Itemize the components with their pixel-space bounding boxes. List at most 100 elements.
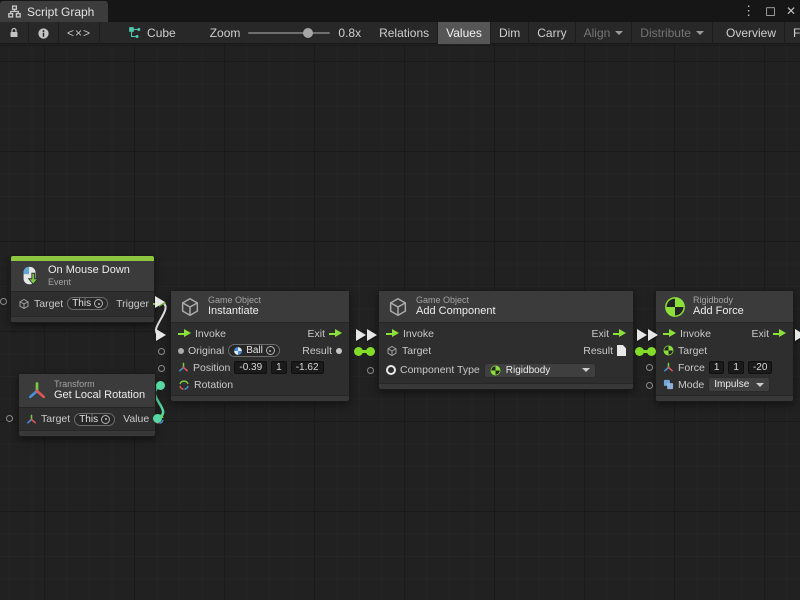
exec-out-arrow-icon[interactable] <box>613 329 626 338</box>
component-result-icon[interactable] <box>617 345 626 356</box>
code-view-button[interactable]: <×> <box>59 22 100 44</box>
node-category: Rigidbody <box>693 295 744 306</box>
port-label-mode: Mode <box>678 379 704 391</box>
exec-out-arrow-icon[interactable] <box>773 329 786 338</box>
graph-canvas[interactable]: On Mouse Down Event Target This <box>0 44 800 600</box>
close-icon[interactable]: ✕ <box>786 4 796 18</box>
force-z-field[interactable]: -20 <box>748 361 772 374</box>
distribute-label: Distribute <box>640 26 691 40</box>
force-mode-dropdown[interactable]: Impulse <box>708 377 770 392</box>
this-target-chip[interactable]: This <box>67 297 108 310</box>
node-title: Get Local Rotation <box>54 389 145 402</box>
port-label-target: Target <box>41 413 70 425</box>
port-label-exit: Exit <box>591 328 609 340</box>
maximize-icon[interactable]: ◻ <box>765 3 776 19</box>
port-label-target: Target <box>678 345 707 357</box>
this-target-chip[interactable]: This <box>74 413 115 426</box>
output-port-icon[interactable] <box>336 348 342 354</box>
port-instantiate-position[interactable] <box>158 365 165 372</box>
node-category: Game Object <box>208 295 261 306</box>
window-menu-icon[interactable]: ⋮ <box>742 3 755 19</box>
exec-out-arrow-icon[interactable] <box>329 329 342 338</box>
node-header[interactable]: On Mouse Down Event <box>11 261 154 292</box>
exec-connection-in-icon[interactable] <box>367 329 377 341</box>
component-type-dropdown[interactable]: Rigidbody <box>484 363 596 378</box>
transform-icon <box>27 381 47 401</box>
node-header[interactable]: Game Object Add Component <box>379 291 633 323</box>
graph-target-label: Cube <box>147 26 176 40</box>
info-icon <box>37 27 50 40</box>
exec-connection-out-icon[interactable] <box>356 329 366 341</box>
node-header[interactable]: Game Object Instantiate <box>171 291 349 323</box>
node-instantiate[interactable]: Game Object Instantiate Invoke Exit Orig… <box>170 290 350 402</box>
port-label-result: Result <box>302 345 332 357</box>
tab-script-graph[interactable]: Script Graph <box>0 1 108 22</box>
input-port-icon[interactable] <box>178 348 184 354</box>
node-header[interactable]: Rigidbody Add Force <box>656 291 793 323</box>
align-button[interactable]: Align <box>576 22 633 44</box>
exec-port-instantiate-invoke[interactable] <box>156 329 166 341</box>
force-mode-value: Impulse <box>714 379 749 390</box>
exec-in-arrow-icon[interactable] <box>178 329 191 338</box>
port-get-local-rotation-value-connected[interactable] <box>153 414 162 423</box>
lock-icon <box>8 27 20 39</box>
original-object-chip[interactable]: Ball <box>228 344 280 357</box>
node-footer <box>656 395 793 401</box>
lock-button[interactable] <box>0 22 29 44</box>
carry-button[interactable]: Carry <box>529 22 575 44</box>
position-y-field[interactable]: 1 <box>271 361 287 374</box>
node-get-local-rotation[interactable]: Transform Get Local Rotation Target <box>18 373 156 437</box>
zoom-value: 0.8x <box>338 26 361 40</box>
relations-button[interactable]: Relations <box>371 22 438 44</box>
object-picker-icon[interactable] <box>94 299 103 308</box>
type-port-icon[interactable] <box>386 365 396 375</box>
node-on-mouse-down[interactable]: On Mouse Down Event Target This <box>10 255 155 323</box>
graph-target[interactable]: Cube <box>100 22 186 43</box>
position-x-field[interactable]: -0.39 <box>234 361 267 374</box>
align-label: Align <box>584 26 611 40</box>
distribute-button[interactable]: Distribute <box>632 22 713 44</box>
port-instantiate-original[interactable] <box>158 348 165 355</box>
port-label-exit: Exit <box>751 328 769 340</box>
exec-in-arrow-icon[interactable] <box>663 329 676 338</box>
port-add-force-force[interactable] <box>646 364 653 371</box>
object-picker-icon[interactable] <box>101 415 110 424</box>
port-add-component-target-connected[interactable] <box>366 347 375 356</box>
exec-port-on-mouse-down-trigger[interactable] <box>155 296 165 308</box>
port-label-original: Original <box>188 345 224 357</box>
titlebar: Script Graph ⋮ ◻ ✕ <box>0 0 800 22</box>
dim-button[interactable]: Dim <box>491 22 529 44</box>
zoom-label: Zoom <box>210 26 241 40</box>
node-header[interactable]: Transform Get Local Rotation <box>19 374 155 408</box>
port-instantiate-rotation-connected[interactable] <box>156 381 165 390</box>
info-button[interactable] <box>29 22 59 44</box>
rotation-icon <box>178 379 190 391</box>
port-get-local-rotation-target[interactable] <box>6 415 13 422</box>
port-instantiate-result-connected[interactable] <box>354 347 363 356</box>
node-add-component[interactable]: Game Object Add Component Invoke Exit <box>378 290 634 390</box>
port-add-component-type[interactable] <box>367 367 374 374</box>
port-add-force-mode[interactable] <box>646 382 653 389</box>
chevron-down-icon <box>756 383 764 387</box>
rigidbody-icon <box>490 365 501 376</box>
port-add-force-target-connected[interactable] <box>647 347 656 356</box>
zoom-slider-handle[interactable] <box>303 28 313 38</box>
exec-in-arrow-icon[interactable] <box>386 329 399 338</box>
port-label-force: Force <box>678 362 705 374</box>
force-y-field[interactable]: 1 <box>728 361 744 374</box>
port-add-component-result-connected[interactable] <box>635 347 644 356</box>
exec-connection-in-icon[interactable] <box>648 329 658 341</box>
fullscreen-button[interactable]: Full Screen <box>785 22 800 44</box>
values-button[interactable]: Values <box>438 22 491 44</box>
force-x-field[interactable]: 1 <box>709 361 725 374</box>
zoom-slider[interactable] <box>248 32 330 34</box>
exec-port-add-force-exit[interactable] <box>795 329 800 341</box>
object-picker-icon[interactable] <box>266 346 275 355</box>
port-on-mouse-down-target[interactable] <box>0 298 7 305</box>
node-add-force[interactable]: Rigidbody Add Force Invoke Exit <box>655 290 794 402</box>
port-label-rotation: Rotation <box>194 379 233 391</box>
exec-connection-out-icon[interactable] <box>637 329 647 341</box>
overview-button[interactable]: Overview <box>718 22 785 44</box>
position-z-field[interactable]: -1.62 <box>291 361 324 374</box>
port-label-trigger: Trigger <box>116 298 149 310</box>
